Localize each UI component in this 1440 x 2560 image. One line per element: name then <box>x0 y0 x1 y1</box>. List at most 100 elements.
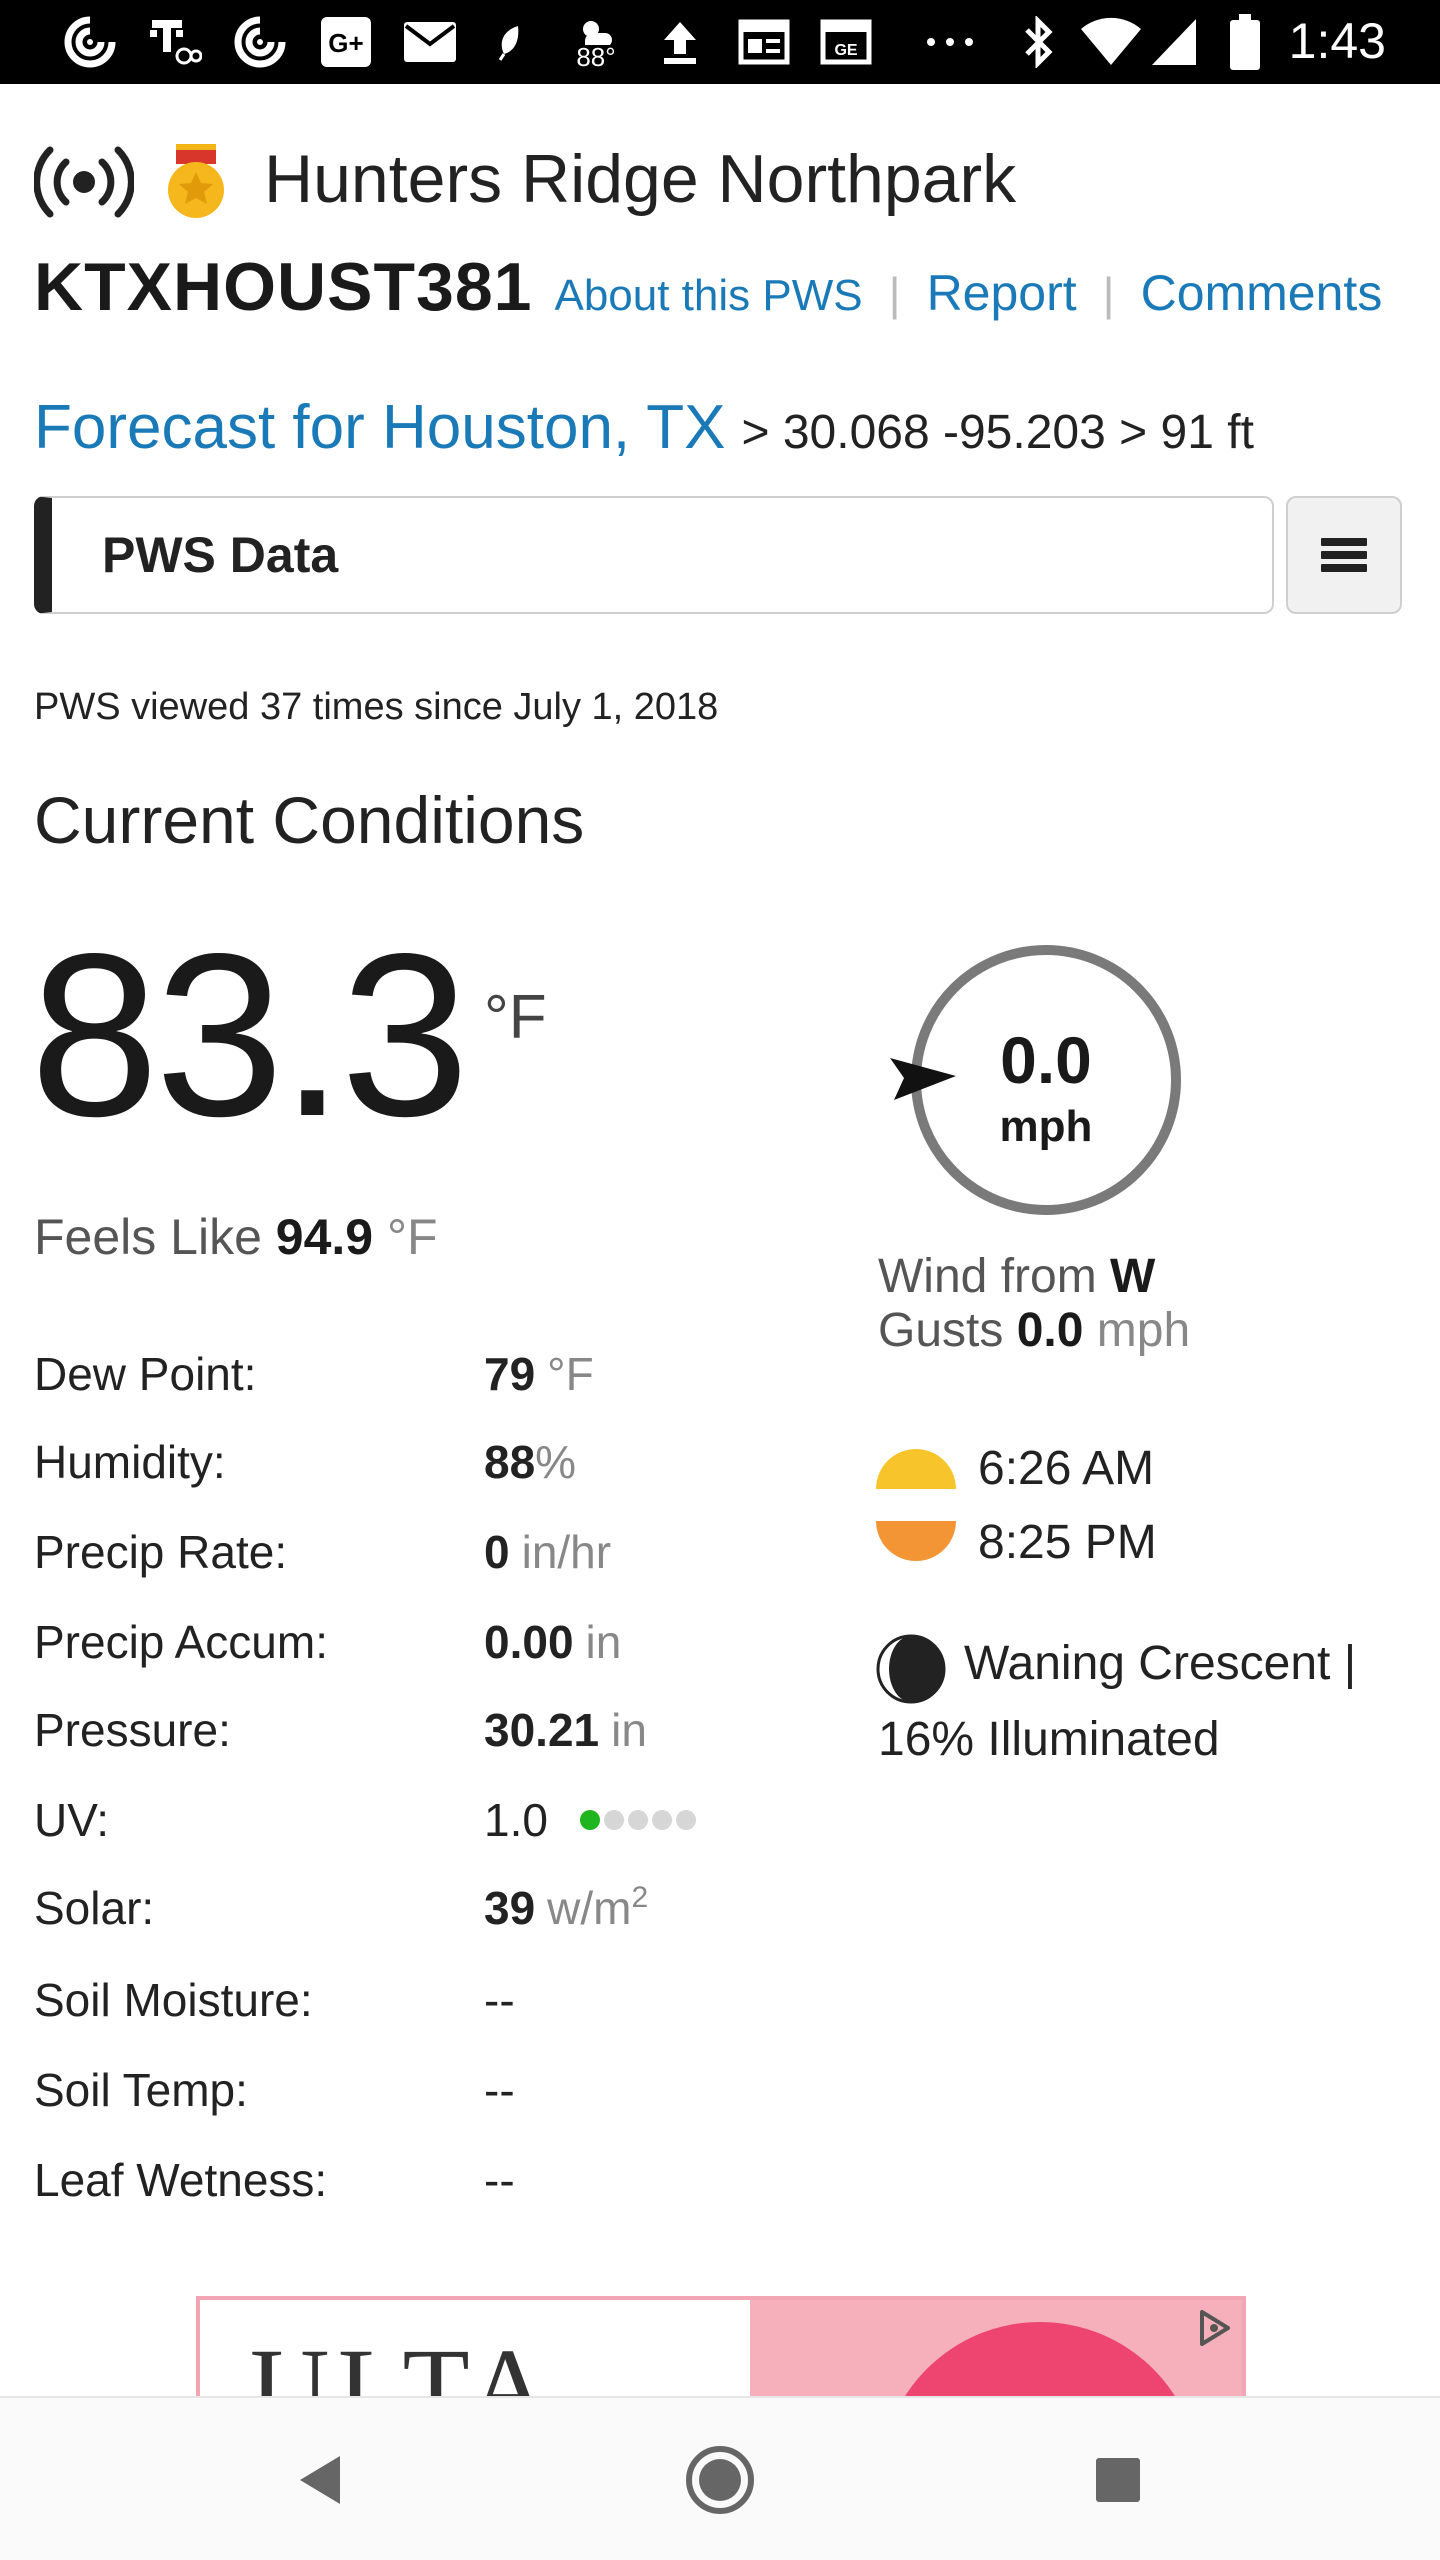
broadcast-icon <box>34 144 134 220</box>
recents-icon <box>1096 2458 1140 2502</box>
wind-gusts-unit: mph <box>1096 1304 1191 1357</box>
wind-from-label: Wind from <box>878 1250 1097 1303</box>
uv-scale-dot <box>603 1810 624 1830</box>
station-coords: > 30.068 -95.203 > 91 ft <box>741 406 1254 459</box>
wifi-icon <box>1076 14 1146 70</box>
sunrise-icon <box>876 1449 956 1489</box>
link-separator: | <box>1102 268 1115 320</box>
condition-row-soil-moisture: Soil Moisture: -- <box>34 1970 754 2030</box>
home-button[interactable] <box>682 2442 758 2518</box>
mail-icon <box>398 14 462 70</box>
station-icons <box>34 142 228 222</box>
condition-row-soil-temp: Soil Temp: -- <box>34 2060 754 2120</box>
condition-value: -- <box>484 2154 515 2206</box>
uv-scale-dot <box>651 1810 672 1830</box>
svg-text:G+: G+ <box>328 28 363 58</box>
wind-dial: 0.0 mph <box>890 944 1182 1216</box>
home-icon <box>686 2446 754 2514</box>
news-icon <box>734 14 794 70</box>
wind-from: Wind from W <box>878 1250 1190 1304</box>
wind-gusts: Gusts 0.0 mph <box>878 1304 1190 1358</box>
battery-icon <box>1220 14 1270 70</box>
temperature-unit: °F <box>484 983 547 1052</box>
about-pws-link[interactable]: About this PWS <box>554 271 862 321</box>
medal-icon <box>164 142 228 222</box>
condition-value: 88% <box>484 1435 576 1489</box>
condition-value: 0 in/hr <box>484 1525 611 1579</box>
report-link[interactable]: Report <box>927 264 1077 322</box>
condition-number: 79 <box>484 1348 536 1400</box>
status-bar: G+ 88° GE 1:43 <box>0 0 1440 84</box>
sunset-time: 8:25 PM <box>978 1515 1157 1569</box>
condition-row-dew-point: Dew Point: 79 °F <box>34 1344 754 1404</box>
wind-speed-unit: mph <box>999 1102 1093 1151</box>
condition-value: 30.21 in <box>484 1703 647 1757</box>
condition-value: 79 °F <box>484 1347 594 1401</box>
condition-number: 39 <box>484 1882 536 1934</box>
condition-label: Leaf Wetness: <box>34 2154 328 2206</box>
back-icon <box>300 2456 340 2504</box>
ad-choices-icon[interactable] <box>1192 2306 1236 2350</box>
status-weather-temp: 88° <box>576 42 616 72</box>
ad-brand-panel: ULTA <box>200 2300 750 2396</box>
condition-label: Soil Temp: <box>34 2064 248 2116</box>
condition-value: -- <box>484 1974 515 2026</box>
recents-button[interactable] <box>1080 2442 1156 2518</box>
more-icon <box>920 14 980 70</box>
pws-data-bar[interactable]: PWS Data <box>34 496 1274 614</box>
condition-unit: °F <box>547 1348 594 1400</box>
condition-row-leaf-wetness: Leaf Wetness: -- <box>34 2150 754 2210</box>
upload-icon <box>650 14 710 70</box>
condition-unit: % <box>535 1436 577 1488</box>
feels-like-value: 94.9 <box>275 1209 374 1265</box>
viewed-count-text: PWS viewed 37 times since July 1, 2018 <box>34 686 719 728</box>
uv-scale <box>576 1810 696 1830</box>
leaf-icon <box>486 14 536 70</box>
moon-phase: Waning Crescent | <box>876 1632 1356 1704</box>
condition-number: 0.00 <box>484 1616 574 1668</box>
condition-label: Precip Accum: <box>34 1616 328 1668</box>
sunset-row: 8:25 PM <box>876 1504 1157 1580</box>
condition-row-precip-accum: Precip Accum: 0.00 in <box>34 1612 754 1672</box>
feels-like-label: Feels Like <box>34 1209 262 1265</box>
feels-like-unit: °F <box>387 1209 438 1265</box>
comments-link[interactable]: Comments <box>1141 264 1383 322</box>
station-id-row: KTXHOUST381 About this PWS | Report | Co… <box>34 248 1382 326</box>
condition-label: Soil Moisture: <box>34 1974 313 2026</box>
advertisement-banner[interactable]: ULTA <box>196 2296 1246 2396</box>
moon-phase-icon <box>876 1634 946 1704</box>
forecast-link[interactable]: Forecast for Houston, TX <box>34 392 725 463</box>
bluetooth-icon <box>1010 14 1066 70</box>
station-name: Hunters Ridge Northpark <box>264 141 1017 217</box>
condition-row-solar: Solar: 39 w/m 2 <box>34 1878 754 1938</box>
forecast-breadcrumb: Forecast for Houston, TX > 30.068 -95.20… <box>34 392 1254 463</box>
condition-label: Pressure: <box>34 1704 231 1756</box>
weather-icon: 88° <box>556 14 636 70</box>
wind-details: Wind from W Gusts 0.0 mph <box>878 1250 1190 1358</box>
android-nav-bar <box>0 2396 1440 2560</box>
station-id: KTXHOUST381 <box>34 249 533 325</box>
sunrise-time: 6:26 AM <box>978 1441 1155 1495</box>
pws-data-label: PWS Data <box>102 527 339 583</box>
condition-value: 39 w/m 2 <box>484 1881 648 1935</box>
sunrise-row: 6:26 AM <box>876 1430 1154 1506</box>
tmobile-voicemail-icon <box>142 14 206 70</box>
condition-row-uv: UV: 1.0 <box>34 1790 754 1850</box>
wind-speed: 0.0 <box>1000 1023 1092 1097</box>
sunset-icon <box>876 1521 956 1561</box>
condition-label: Precip Rate: <box>34 1526 288 1578</box>
moon-phase-line1: Waning Crescent | <box>964 1637 1357 1690</box>
feels-like: Feels Like 94.9 °F <box>34 1208 438 1266</box>
browser-swirl-icon <box>228 14 292 70</box>
wind-gusts-label: Gusts <box>878 1304 1004 1357</box>
condition-unit: in <box>611 1704 647 1756</box>
signal-icon <box>1144 14 1204 70</box>
condition-value: 1.0 <box>484 1793 696 1847</box>
back-button[interactable] <box>282 2442 358 2518</box>
wind-gusts-value: 0.0 <box>1016 1304 1084 1357</box>
condition-unit: w/m <box>547 1882 632 1934</box>
hamburger-menu-button[interactable] <box>1286 496 1402 614</box>
moon-illumination: 16% Illuminated <box>878 1713 1220 1766</box>
condition-label: Solar: <box>34 1882 155 1934</box>
condition-number: 30.21 <box>484 1704 600 1756</box>
